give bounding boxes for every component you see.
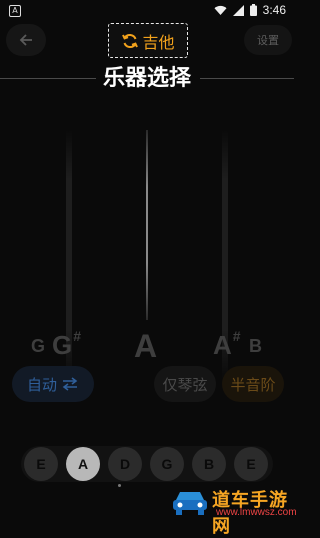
string-button-d[interactable]: D: [108, 447, 142, 481]
string-button-b[interactable]: B: [192, 447, 226, 481]
auto-mode-button[interactable]: 自动: [12, 366, 94, 402]
string-only-button[interactable]: 仅琴弦: [154, 366, 216, 402]
tuning-needle: [146, 130, 148, 320]
battery-icon: [249, 4, 257, 16]
wifi-icon: [214, 5, 227, 15]
instrument-label: 吉他: [142, 32, 175, 52]
auto-mode-label: 自动: [26, 375, 57, 394]
arrow-left-icon: [19, 34, 32, 46]
note-far-left: G: [31, 336, 46, 356]
string-button-e-high[interactable]: E: [234, 447, 268, 481]
back-button[interactable]: [6, 24, 46, 56]
car-logo-icon: [173, 492, 207, 515]
sharp-sign: #: [232, 328, 241, 344]
string-button-g[interactable]: G: [150, 447, 184, 481]
watermark: 道车手游网 www.lmwwsz.com: [168, 484, 297, 537]
note-right: A#: [213, 328, 241, 360]
watermark-url: www.lmwwsz.com: [216, 507, 297, 518]
status-bar: A 3:46: [0, 0, 294, 22]
instrument-selector-button[interactable]: 吉他: [108, 23, 188, 58]
page-indicator-dot: [118, 484, 121, 487]
semitone-button[interactable]: 半音阶: [222, 366, 284, 402]
app-notification-icon: A: [9, 5, 21, 17]
clock: 3:46: [262, 3, 286, 17]
note-left: G#: [52, 328, 82, 360]
string-button-e-low[interactable]: E: [24, 447, 58, 481]
signal-icon: [232, 4, 244, 16]
note-current: A: [134, 328, 158, 364]
sharp-sign: #: [73, 328, 82, 344]
swap-icon: [62, 377, 78, 391]
refresh-icon: [122, 33, 139, 48]
page-title: 乐器选择: [102, 66, 191, 91]
settings-button[interactable]: 设置: [244, 25, 292, 55]
status-icons: 3:46: [214, 3, 286, 17]
string-button-a[interactable]: A: [66, 447, 100, 481]
note-far-right: B: [249, 336, 262, 356]
